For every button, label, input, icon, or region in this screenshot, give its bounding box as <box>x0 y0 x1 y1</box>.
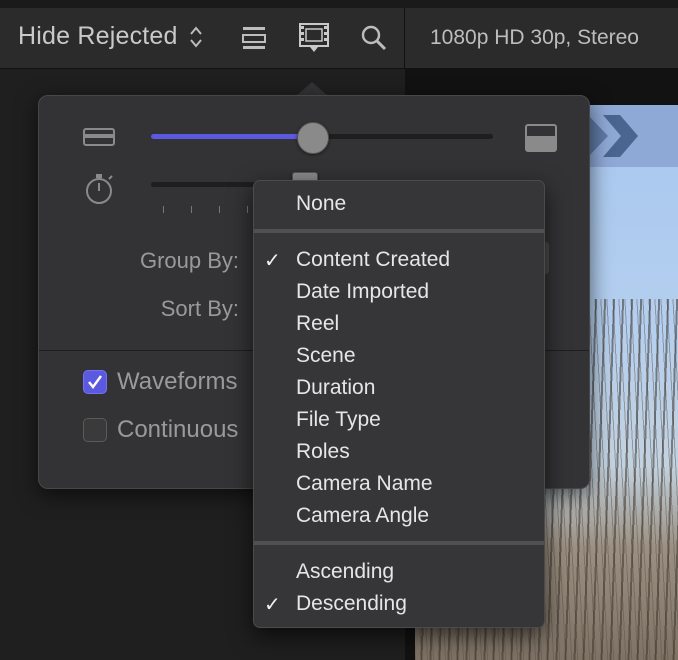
waveforms-checkbox[interactable] <box>83 370 107 394</box>
menu-item-label: Reel <box>296 312 340 335</box>
popover-arrow <box>296 82 328 96</box>
continuous-checkbox[interactable] <box>83 418 107 442</box>
menu-item-label: Date Imported <box>296 280 430 303</box>
toolbar-separator <box>404 8 405 68</box>
menu-item-label: Content Created <box>296 248 451 271</box>
clip-height-slider-knob[interactable] <box>297 122 329 154</box>
menu-item-camera-name[interactable]: Camera Name <box>254 469 544 501</box>
check-icon: ✓ <box>264 594 281 616</box>
menu-separator <box>254 541 544 545</box>
group-by-menu: None ✓ Content Created Date Imported Ree… <box>253 180 545 628</box>
duration-slider[interactable] <box>151 182 261 187</box>
stopwatch-icon <box>86 174 113 204</box>
clip-filter-popup[interactable]: Hide Rejected <box>18 22 204 51</box>
menu-item-label: Camera Angle <box>296 504 430 527</box>
menu-item-camera-angle[interactable]: Camera Angle <box>254 501 544 533</box>
clip-appearance-icon[interactable] <box>240 24 268 52</box>
filmstrip-icon[interactable] <box>298 20 330 54</box>
menu-item-label: None <box>296 192 347 215</box>
menu-item-content-created[interactable]: ✓ Content Created <box>254 245 544 277</box>
continuous-row[interactable]: Continuous <box>83 416 238 444</box>
menu-item-reel[interactable]: Reel <box>254 309 544 341</box>
clip-filter-label: Hide Rejected <box>18 22 178 50</box>
up-down-chevron-icon <box>189 25 202 48</box>
menu-item-descending[interactable]: ✓ Descending <box>254 589 544 621</box>
project-format-label: 1080p HD 30p, Stereo <box>430 26 639 49</box>
menu-item-label: File Type <box>296 408 381 431</box>
menu-item-none[interactable]: None <box>254 189 544 221</box>
search-icon[interactable] <box>360 24 388 52</box>
menu-item-duration[interactable]: Duration <box>254 373 544 405</box>
waveforms-label: Waveforms <box>117 368 238 395</box>
continuous-label: Continuous <box>117 416 239 443</box>
menu-separator <box>254 229 544 233</box>
large-clip-icon <box>525 124 557 152</box>
waveforms-row[interactable]: Waveforms <box>83 368 237 396</box>
menu-item-scene[interactable]: Scene <box>254 341 544 373</box>
menu-item-label: Descending <box>296 592 407 615</box>
menu-item-date-imported[interactable]: Date Imported <box>254 277 544 309</box>
group-by-label: Group By: <box>139 248 239 273</box>
clip-height-slider-fill <box>151 134 312 139</box>
menu-item-ascending[interactable]: Ascending <box>254 557 544 589</box>
small-clip-icon <box>83 128 115 146</box>
menu-item-label: Ascending <box>296 560 395 583</box>
toolbar-top-edge <box>0 0 678 8</box>
checkmark-icon <box>88 375 102 389</box>
menu-item-roles[interactable]: Roles <box>254 437 544 469</box>
menu-item-label: Camera Name <box>296 472 433 495</box>
menu-item-label: Scene <box>296 344 356 367</box>
sort-by-label: Sort By: <box>160 296 239 321</box>
browser-toolbar: Hide Rejected 1080p HD 30p, Stereo <box>0 0 678 69</box>
menu-item-label: Duration <box>296 376 376 399</box>
menu-item-file-type[interactable]: File Type <box>254 405 544 437</box>
check-icon: ✓ <box>264 250 281 272</box>
menu-item-label: Roles <box>296 440 350 463</box>
